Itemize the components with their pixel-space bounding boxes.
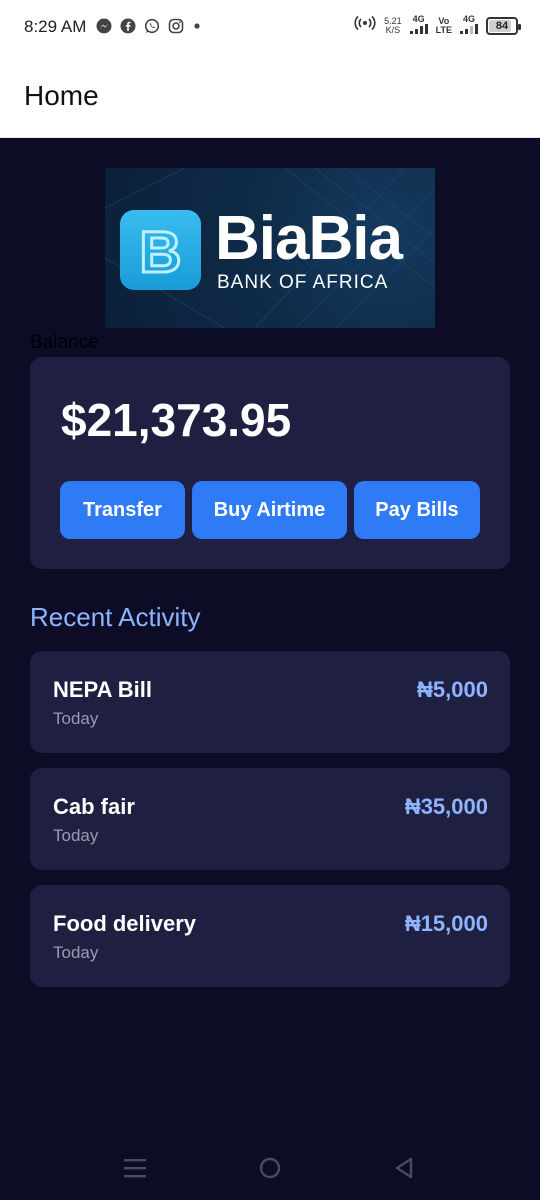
home-icon[interactable] [258, 1156, 282, 1180]
recent-activity-title: Recent Activity [30, 602, 201, 632]
volte-bottom: LTE [435, 24, 452, 35]
brand-name: BiaBia [215, 204, 403, 273]
battery-cap [518, 23, 521, 30]
facebook-icon [120, 18, 136, 34]
signal-1: 4G [409, 14, 428, 36]
activity-title: NEPA Bill [53, 677, 153, 702]
battery-level: 84 [495, 19, 509, 32]
battery-icon: 84 [486, 16, 521, 35]
network-type-2: 4G [462, 14, 475, 24]
hotspot-icon [354, 14, 376, 37]
speed-unit: K/S [385, 24, 401, 35]
status-time: 8:29 AM [24, 17, 87, 36]
activity-amount: ₦15,000 [404, 911, 488, 936]
signal-bars-2-icon [460, 24, 478, 34]
messenger-icon [96, 18, 112, 34]
balance-amount: $21,373.95 [61, 394, 292, 446]
list-item[interactable]: NEPA Bill Today ₦5,000 [30, 651, 510, 753]
list-item[interactable]: Food delivery Today ₦15,000 [30, 885, 510, 987]
whatsapp-icon [144, 18, 160, 34]
back-icon[interactable] [393, 1156, 415, 1180]
page-title: Home [24, 80, 99, 111]
menu-icon[interactable] [124, 1156, 146, 1180]
volte-badge: Vo LTE [435, 16, 452, 35]
logo-b-icon: B [138, 219, 183, 287]
activity-title: Food delivery [53, 911, 197, 936]
bank-logo: B BiaBia BANK OF AFRICA [105, 168, 435, 328]
system-nav-bar [0, 1140, 540, 1200]
list-item[interactable]: Cab fair Today ₦35,000 [30, 768, 510, 870]
status-bar: 8:29 AM 5.21 K/S 4G Vo LTE 4G 84 [0, 0, 540, 56]
network-speed: 5.21 K/S [384, 16, 402, 35]
activity-date: Today [53, 943, 99, 962]
instagram-icon [168, 18, 184, 34]
buy-airtime-button[interactable]: Buy Airtime [192, 481, 347, 539]
activity-date: Today [53, 826, 99, 845]
status-indicators: 5.21 K/S 4G Vo LTE 4G 84 [354, 14, 521, 37]
dot-icon [192, 18, 202, 34]
logo-mark: B [120, 210, 201, 290]
balance-card: $21,373.95 Transfer Buy Airtime Pay Bill… [30, 357, 510, 569]
brand-subtitle: BANK OF AFRICA [217, 272, 389, 293]
activity-amount: ₦35,000 [404, 794, 488, 819]
activity-date: Today [53, 709, 99, 728]
activity-amount: ₦5,000 [417, 677, 488, 702]
activity-title: Cab fair [53, 794, 135, 819]
signal-2: 4G [460, 15, 478, 36]
svg-text:B: B [140, 220, 182, 285]
pay-bills-button[interactable]: Pay Bills [354, 481, 480, 539]
balance-label: Balance [30, 332, 99, 353]
app-bar: Home [0, 56, 540, 138]
signal-bars-1-icon [409, 24, 428, 34]
network-type-1: 4G [412, 14, 425, 24]
notification-icons [96, 18, 202, 34]
transfer-button[interactable]: Transfer [60, 481, 185, 539]
